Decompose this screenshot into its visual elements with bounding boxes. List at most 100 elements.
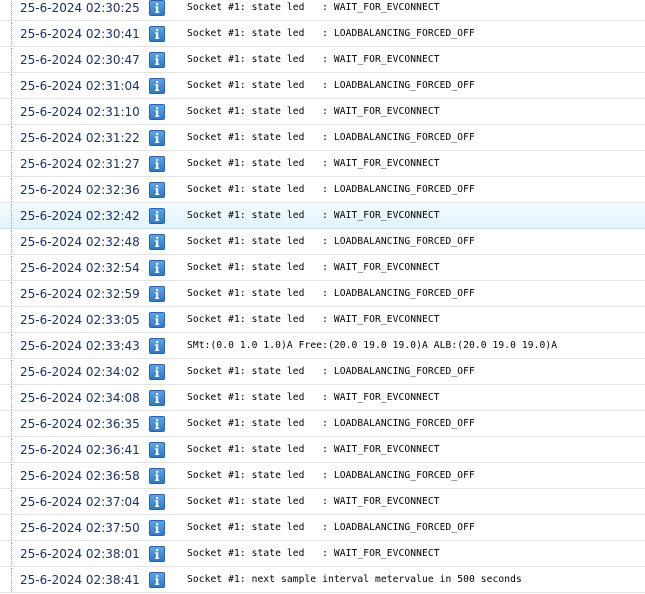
log-timestamp: 25-6-2024 02:32:59	[20, 287, 140, 301]
log-row[interactable]: 25-6-2024 02:38:01 Socket #1: state led …	[0, 542, 645, 567]
log-timestamp: 25-6-2024 02:38:01	[20, 547, 140, 561]
log-message: Socket #1: state led : WAIT_FOR_EVCONNEC…	[187, 548, 440, 559]
info-icon	[149, 130, 165, 146]
log-message: Socket #1: state led : WAIT_FOR_EVCONNEC…	[187, 158, 440, 169]
log-row[interactable]: 25-6-2024 02:38:41 Socket #1: next sampl…	[0, 568, 645, 593]
log-message: Socket #1: state led : LOADBALANCING_FOR…	[187, 184, 475, 195]
tree-guide-line	[11, 516, 12, 540]
info-icon	[149, 0, 165, 16]
log-timestamp: 25-6-2024 02:31:04	[20, 79, 140, 93]
info-icon	[149, 520, 165, 536]
log-message: Socket #1: state led : LOADBALANCING_FOR…	[187, 132, 475, 143]
log-row[interactable]: 25-6-2024 02:36:41 Socket #1: state led …	[0, 438, 645, 463]
tree-guide-line	[11, 282, 12, 306]
tree-guide-line	[11, 48, 12, 72]
info-icon	[149, 208, 165, 224]
tree-guide-line	[11, 230, 12, 254]
tree-guide-line	[11, 386, 12, 410]
info-icon	[149, 546, 165, 562]
log-row[interactable]: 25-6-2024 02:36:58 Socket #1: state led …	[0, 464, 645, 489]
log-message: Socket #1: state led : LOADBALANCING_FOR…	[187, 288, 475, 299]
log-timestamp: 25-6-2024 02:30:25	[20, 1, 140, 15]
log-timestamp: 25-6-2024 02:30:41	[20, 27, 140, 41]
info-icon	[149, 104, 165, 120]
log-timestamp: 25-6-2024 02:34:02	[20, 365, 140, 379]
tree-guide-line	[11, 126, 12, 150]
log-row[interactable]: 25-6-2024 02:33:43 SMt:(0.0 1.0 1.0)A Fr…	[0, 334, 645, 359]
log-row[interactable]: 25-6-2024 02:31:22 Socket #1: state led …	[0, 126, 645, 151]
log-row[interactable]: 25-6-2024 02:30:41 Socket #1: state led …	[0, 22, 645, 47]
log-message: Socket #1: state led : WAIT_FOR_EVCONNEC…	[187, 54, 440, 65]
info-icon	[149, 312, 165, 328]
tree-guide-line	[11, 204, 12, 228]
log-row[interactable]: 25-6-2024 02:31:04 Socket #1: state led …	[0, 74, 645, 99]
info-icon	[149, 468, 165, 484]
info-icon	[149, 390, 165, 406]
log-message: Socket #1: state led : LOADBALANCING_FOR…	[187, 28, 475, 39]
info-icon	[149, 572, 165, 588]
tree-guide-line	[11, 178, 12, 202]
log-list: 25-6-2024 02:30:25 Socket #1: state led …	[0, 0, 645, 594]
log-message: Socket #1: state led : WAIT_FOR_EVCONNEC…	[187, 314, 440, 325]
log-row[interactable]: 25-6-2024 02:32:59 Socket #1: state led …	[0, 282, 645, 307]
info-icon	[149, 156, 165, 172]
tree-guide-line	[11, 334, 12, 358]
tree-guide-line	[11, 438, 12, 462]
info-icon	[149, 416, 165, 432]
log-row[interactable]: 25-6-2024 02:37:04 Socket #1: state led …	[0, 490, 645, 515]
tree-guide-line	[11, 360, 12, 384]
info-icon	[149, 442, 165, 458]
log-message: Socket #1: state led : LOADBALANCING_FOR…	[187, 236, 475, 247]
log-row[interactable]: 25-6-2024 02:32:42 Socket #1: state led …	[0, 204, 645, 229]
log-message: Socket #1: state led : LOADBALANCING_FOR…	[187, 470, 475, 481]
log-message: Socket #1: state led : WAIT_FOR_EVCONNEC…	[187, 106, 440, 117]
log-message: Socket #1: state led : WAIT_FOR_EVCONNEC…	[187, 392, 440, 403]
log-row[interactable]: 25-6-2024 02:37:50 Socket #1: state led …	[0, 516, 645, 541]
log-row[interactable]: 25-6-2024 02:33:05 Socket #1: state led …	[0, 308, 645, 333]
log-timestamp: 25-6-2024 02:34:08	[20, 391, 140, 405]
tree-guide-line	[11, 0, 12, 20]
log-row[interactable]: 25-6-2024 02:36:35 Socket #1: state led …	[0, 412, 645, 437]
tree-guide-line	[11, 490, 12, 514]
tree-guide-line	[11, 256, 12, 280]
log-row[interactable]: 25-6-2024 02:30:25 Socket #1: state led …	[0, 0, 645, 21]
log-message: Socket #1: state led : WAIT_FOR_EVCONNEC…	[187, 210, 440, 221]
log-row[interactable]: 25-6-2024 02:31:10 Socket #1: state led …	[0, 100, 645, 125]
log-timestamp: 25-6-2024 02:33:43	[20, 339, 140, 353]
tree-guide-line	[11, 152, 12, 176]
log-message: Socket #1: state led : LOADBALANCING_FOR…	[187, 80, 475, 91]
log-message: Socket #1: state led : WAIT_FOR_EVCONNEC…	[187, 496, 440, 507]
log-row[interactable]: 25-6-2024 02:31:27 Socket #1: state led …	[0, 152, 645, 177]
log-timestamp: 25-6-2024 02:33:05	[20, 313, 140, 327]
log-message: Socket #1: state led : LOADBALANCING_FOR…	[187, 366, 475, 377]
tree-guide-line	[11, 22, 12, 46]
log-timestamp: 25-6-2024 02:31:10	[20, 105, 140, 119]
info-icon	[149, 338, 165, 354]
info-icon	[149, 182, 165, 198]
log-timestamp: 25-6-2024 02:36:58	[20, 469, 140, 483]
log-timestamp: 25-6-2024 02:32:48	[20, 235, 140, 249]
log-timestamp: 25-6-2024 02:32:54	[20, 261, 140, 275]
log-timestamp: 25-6-2024 02:31:22	[20, 131, 140, 145]
tree-guide-line	[11, 100, 12, 124]
info-icon	[149, 286, 165, 302]
log-message: Socket #1: next sample interval meterval…	[187, 574, 522, 585]
log-message: Socket #1: state led : WAIT_FOR_EVCONNEC…	[187, 262, 440, 273]
tree-guide-line	[11, 74, 12, 98]
tree-guide-line	[11, 568, 12, 592]
log-message: Socket #1: state led : LOADBALANCING_FOR…	[187, 418, 475, 429]
log-message: SMt:(0.0 1.0 1.0)A Free:(20.0 19.0 19.0)…	[187, 340, 558, 351]
log-timestamp: 25-6-2024 02:32:36	[20, 183, 140, 197]
log-row[interactable]: 25-6-2024 02:32:54 Socket #1: state led …	[0, 256, 645, 281]
log-message: Socket #1: state led : WAIT_FOR_EVCONNEC…	[187, 2, 440, 13]
log-row[interactable]: 25-6-2024 02:32:48 Socket #1: state led …	[0, 230, 645, 255]
log-timestamp: 25-6-2024 02:37:50	[20, 521, 140, 535]
log-row[interactable]: 25-6-2024 02:30:47 Socket #1: state led …	[0, 48, 645, 73]
log-timestamp: 25-6-2024 02:36:41	[20, 443, 140, 457]
info-icon	[149, 26, 165, 42]
info-icon	[149, 52, 165, 68]
log-row[interactable]: 25-6-2024 02:34:08 Socket #1: state led …	[0, 386, 645, 411]
log-row[interactable]: 25-6-2024 02:34:02 Socket #1: state led …	[0, 360, 645, 385]
log-timestamp: 25-6-2024 02:30:47	[20, 53, 140, 67]
log-row[interactable]: 25-6-2024 02:32:36 Socket #1: state led …	[0, 178, 645, 203]
